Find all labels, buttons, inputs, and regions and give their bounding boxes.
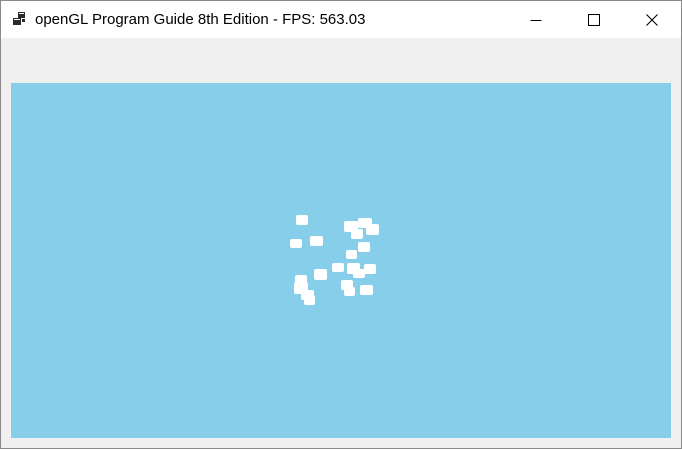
particle — [302, 292, 312, 300]
particle — [290, 239, 302, 248]
particle — [296, 215, 308, 225]
maximize-icon — [588, 13, 600, 26]
minimize-button[interactable] — [507, 1, 565, 38]
particle — [310, 236, 323, 246]
particle — [358, 242, 370, 252]
particle — [351, 229, 363, 239]
app-window-icon[interactable] — [12, 11, 28, 27]
particle — [360, 285, 373, 295]
close-icon — [646, 13, 658, 26]
close-button[interactable] — [623, 1, 681, 38]
title-bar[interactable]: openGL Program Guide 8th Edition - FPS: … — [1, 1, 681, 38]
client-area — [1, 38, 681, 448]
particle — [364, 264, 376, 274]
particle — [344, 287, 355, 296]
particle — [332, 263, 344, 272]
opengl-viewport[interactable] — [11, 83, 671, 438]
particle — [366, 224, 379, 235]
particle — [346, 250, 357, 259]
maximize-button[interactable] — [565, 1, 623, 38]
particle — [314, 269, 327, 280]
minimize-icon — [530, 19, 542, 21]
app-window: openGL Program Guide 8th Edition - FPS: … — [0, 0, 682, 449]
window-title: openGL Program Guide 8th Edition - FPS: … — [35, 11, 366, 28]
